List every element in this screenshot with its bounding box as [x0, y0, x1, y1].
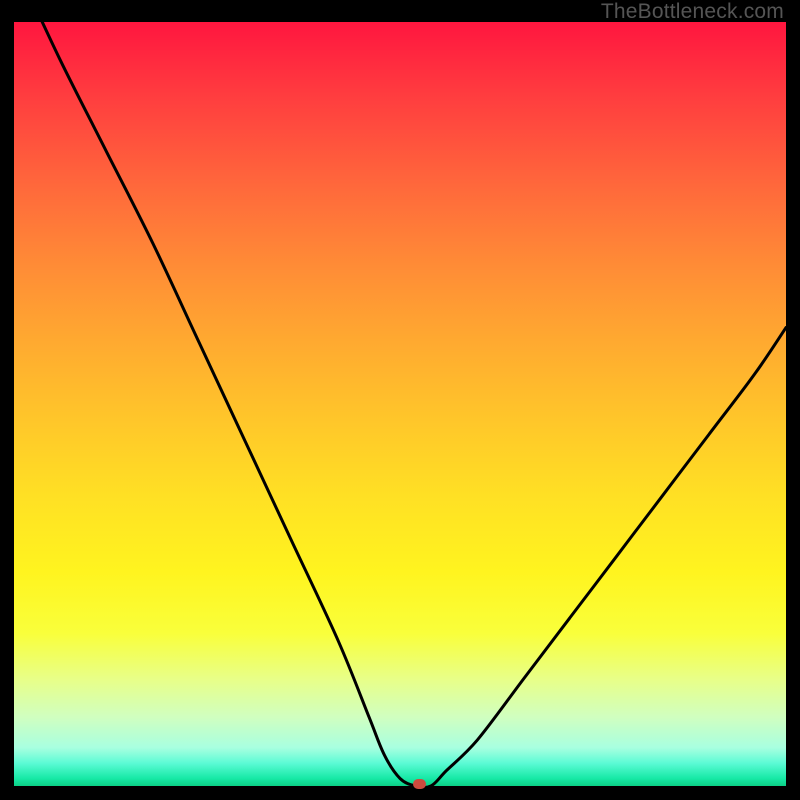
optimal-marker	[413, 779, 426, 789]
watermark-text: TheBottleneck.com	[601, 0, 784, 24]
bottleneck-curve	[14, 0, 786, 787]
curve-svg	[14, 22, 786, 786]
chart-frame: TheBottleneck.com	[0, 0, 800, 800]
